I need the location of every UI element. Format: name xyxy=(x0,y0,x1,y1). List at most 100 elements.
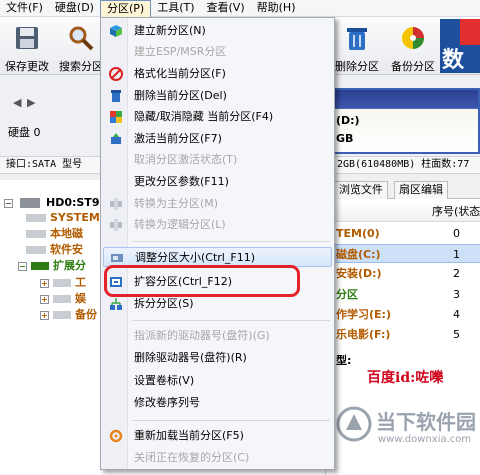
disk-capacity: 2GB(610480MB) 柱面数:77 xyxy=(337,159,470,170)
table-row[interactable]: 作学习(E:) 4 xyxy=(326,305,480,324)
menu-separator xyxy=(132,320,330,321)
app-logo: 数 xyxy=(440,19,480,73)
menu-item-close-recovery: 关闭正在恢复的分区(C) xyxy=(134,451,250,464)
list-header: 序号(状态 xyxy=(326,202,480,222)
site-logo-icon xyxy=(336,406,372,442)
disk-interface: 接口:SATA 型号 xyxy=(6,159,83,170)
collapse-icon[interactable]: − xyxy=(18,261,27,271)
table-row[interactable]: 乐电影(F:) 5 xyxy=(326,325,480,344)
menu-item-assign-letter: 指派新的驱动器号(盘符)(G) xyxy=(134,329,270,342)
split-icon xyxy=(110,298,122,310)
column-seq[interactable]: 序号(状态 xyxy=(432,202,480,222)
partition-icon xyxy=(26,214,46,222)
menu-item-deactivate: 取消分区激活状态(T) xyxy=(134,153,238,166)
tree-item[interactable]: 本地磁 xyxy=(26,227,83,241)
menu-item-delete[interactable]: 删除当前分区(Del) xyxy=(103,86,332,106)
extended-partition-icon xyxy=(31,262,49,270)
tab-sector-edit[interactable]: 扇区编辑 xyxy=(394,181,448,199)
expand-icon[interactable]: + xyxy=(40,278,49,288)
menu-item-remove-letter[interactable]: 删除驱动器号(盘符)(R) xyxy=(103,348,332,368)
partition-name: (D:) xyxy=(336,114,360,127)
convert-icon xyxy=(110,198,122,210)
format-icon xyxy=(109,67,123,81)
tree-item[interactable]: + 工 xyxy=(40,276,86,290)
partition-icon xyxy=(26,230,46,238)
site-url: www.downxia.com xyxy=(378,434,472,445)
row-name: 磁盘(C:) xyxy=(336,248,381,261)
menu-item-new-partition[interactable]: 建立新分区(N) xyxy=(103,21,332,41)
highlight-annotation xyxy=(104,265,300,297)
expand-icon[interactable]: + xyxy=(40,310,49,320)
tree-item[interactable]: 软件安 xyxy=(26,243,83,257)
menu-help[interactable]: 帮助(H) xyxy=(251,0,302,17)
tab-strip: 浏览文件 扇区编辑 xyxy=(326,180,480,199)
type-label: 型: xyxy=(336,354,352,367)
menu-item-change-serial[interactable]: 修改卷序列号 xyxy=(103,393,332,413)
collapse-icon[interactable]: − xyxy=(4,198,13,208)
arrow-right-icon[interactable]: ▶ xyxy=(27,96,35,109)
arrow-left-icon[interactable]: ◀ xyxy=(13,96,21,109)
save-button[interactable]: 保存更改 xyxy=(0,21,54,73)
partition-icon xyxy=(53,311,71,319)
row-name: TEM(0) xyxy=(336,227,380,240)
menu-item-hide[interactable]: 隐藏/取消隐藏 当前分区(F4) xyxy=(103,107,332,127)
partition-icon xyxy=(53,295,71,303)
menu-item-resize[interactable]: 调整分区大小(Ctrl_F11) xyxy=(103,247,332,267)
delete-partition-button[interactable]: 删除分区 xyxy=(330,21,384,73)
site-watermark: 当下软件园 www.downxia.com xyxy=(336,400,480,475)
table-row[interactable]: 磁盘(C:) 1 xyxy=(326,244,480,263)
hdd-icon xyxy=(19,198,40,208)
menu-item-change-params[interactable]: 更改分区参数(F11) xyxy=(103,172,332,192)
row-name: 分区 xyxy=(336,288,358,301)
hide-icon xyxy=(110,111,122,123)
menu-item-to-logical: 转换为逻辑分区(L) xyxy=(103,215,332,235)
menu-item-activate[interactable]: 激活当前分区(F7) xyxy=(103,129,332,149)
tree-item[interactable]: + 娱 xyxy=(40,292,86,306)
row-name: 作学习(E:) xyxy=(336,308,391,321)
menu-view[interactable]: 查看(V) xyxy=(201,0,251,17)
menu-item-split[interactable]: 拆分分区(S) xyxy=(103,294,332,314)
svg-text:数: 数 xyxy=(442,47,465,73)
disk-label: 硬盘 0 xyxy=(8,126,41,139)
partition-dropdown-menu: 建立新分区(N) 建立ESP/MSR分区 格式化当前分区(F) 删除当前分区(D… xyxy=(100,17,335,470)
watermark-text: 百度id:咗嚛 xyxy=(367,370,444,386)
table-row[interactable]: 安装(D:) 2 xyxy=(326,264,480,283)
convert-icon xyxy=(110,219,122,231)
menu-item-to-primary: 转换为主分区(M) xyxy=(103,194,332,214)
partition-block-d[interactable]: (D:) GB xyxy=(330,88,480,154)
partition-size: GB xyxy=(336,132,354,145)
menu-item-reload[interactable]: 重新加载当前分区(F5) xyxy=(103,426,332,446)
backup-partition-button[interactable]: 备份分区 xyxy=(386,21,440,73)
logo-mark-icon: 数 xyxy=(440,19,480,73)
tree-item[interactable]: + 备份 xyxy=(40,308,97,322)
tree-item[interactable]: SYSTEM xyxy=(26,211,100,225)
row-name: 乐电影(F:) xyxy=(336,328,391,341)
backup-disc-icon xyxy=(402,27,424,49)
menu-file[interactable]: 文件(F) xyxy=(0,0,49,17)
trash-icon xyxy=(111,90,121,102)
activate-icon xyxy=(111,133,121,144)
tab-browse-files[interactable]: 浏览文件 xyxy=(334,181,388,199)
menu-separator xyxy=(132,420,330,421)
menu-tools[interactable]: 工具(T) xyxy=(151,0,200,17)
save-disk-icon xyxy=(16,27,38,49)
row-name: 安装(D:) xyxy=(336,267,382,280)
menu-disk[interactable]: 硬盘(D) xyxy=(49,0,100,17)
tree-root[interactable]: − HD0:ST964 xyxy=(4,196,115,210)
site-name: 当下软件园 xyxy=(376,410,476,434)
menu-partition[interactable]: 分区(P) xyxy=(99,0,152,17)
table-row[interactable]: 分区 3 xyxy=(326,285,480,304)
trash-can-icon xyxy=(347,28,367,50)
expand-icon[interactable]: + xyxy=(40,294,49,304)
magnifier-icon xyxy=(69,26,94,51)
menu-item-set-label[interactable]: 设置卷标(V) xyxy=(103,371,332,391)
resize-icon xyxy=(111,254,123,262)
new-partition-icon xyxy=(110,25,122,37)
partition-icon xyxy=(53,279,71,287)
menu-item-format[interactable]: 格式化当前分区(F) xyxy=(103,64,332,84)
menu-separator xyxy=(132,241,330,242)
table-row[interactable]: TEM(0) 0 xyxy=(326,224,480,243)
menu-item-esp-msr: 建立ESP/MSR分区 xyxy=(134,45,227,58)
tree-item[interactable]: − 扩展分 xyxy=(18,259,86,273)
reload-icon xyxy=(109,429,123,443)
